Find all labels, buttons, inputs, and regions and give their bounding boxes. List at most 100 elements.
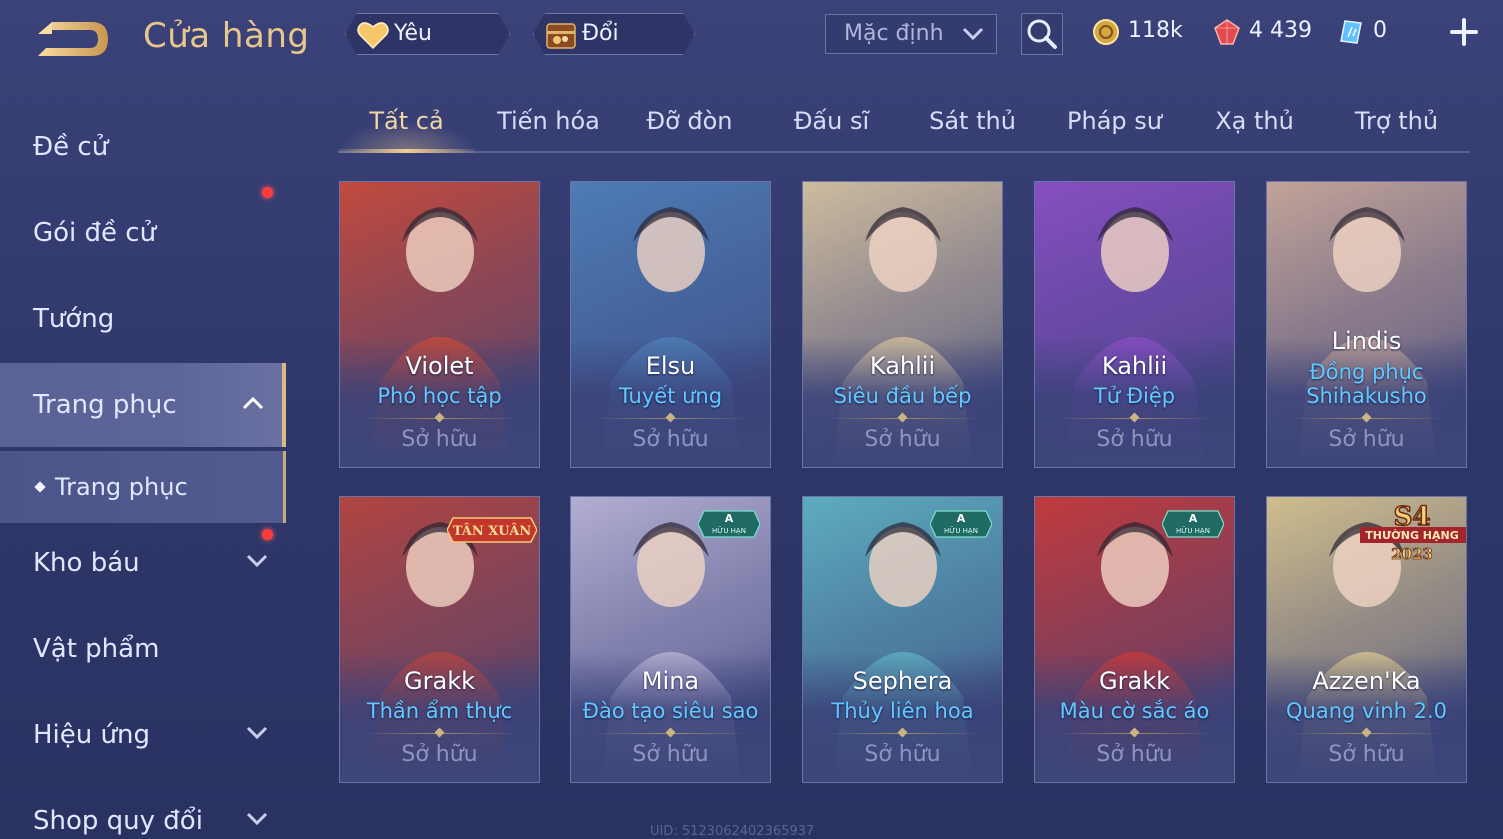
owned-status: Sở hữu bbox=[401, 742, 478, 767]
owned-status: Sở hữu bbox=[632, 742, 709, 767]
back-button[interactable] bbox=[30, 14, 114, 64]
season-rank-badge: S4THƯỜNG HẠNG 2023 bbox=[1360, 501, 1466, 563]
voucher-balance: 4 439 bbox=[1213, 16, 1312, 46]
owned-status: Sở hữu bbox=[864, 742, 941, 767]
sidebar-item-recommended[interactable]: Đề cử bbox=[0, 105, 286, 189]
sidebar-item-label: Gói đề cử bbox=[33, 218, 157, 248]
skin-card[interactable]: Kahlii Tử Điệp Sở hữu bbox=[1034, 181, 1235, 468]
card-divider bbox=[1287, 733, 1447, 734]
tab-mage[interactable]: Pháp sư bbox=[1046, 107, 1183, 151]
skin-card[interactable]: TÂN XUÂN Grakk Thần ẩm thực Sở hữu bbox=[339, 496, 540, 783]
skin-name: Đồng phục bbox=[1309, 360, 1424, 384]
hero-name: Sephera bbox=[852, 667, 953, 695]
sidebar-item-recommended-packs[interactable]: Gói đề cử bbox=[0, 187, 286, 275]
owned-status: Sở hữu bbox=[401, 427, 478, 452]
sidebar: Đề cử Gói đề cử Tướng Trang phục Trang p… bbox=[0, 105, 286, 839]
favorite-button[interactable]: Yêu thích bbox=[345, 13, 510, 55]
sidebar-item-label: Shop quy đổi bbox=[33, 806, 203, 836]
skin-card[interactable]: Lindis Đồng phục Shihakusho Sở hữu bbox=[1266, 181, 1467, 468]
tab-fighter[interactable]: Đấu sĩ bbox=[763, 107, 900, 151]
treasure-chest-icon bbox=[544, 18, 578, 52]
skin-card[interactable]: A HỮU HẠN Sephera Thủy liên hoa Sở hữu bbox=[802, 496, 1003, 783]
sidebar-item-effects[interactable]: Hiệu ứng bbox=[0, 693, 286, 777]
add-currency-button[interactable] bbox=[1448, 16, 1480, 48]
uid-watermark: UID: 5123062402365937 bbox=[650, 824, 815, 839]
event-badge: TÂN XUÂN bbox=[447, 517, 537, 543]
crystal-card-icon bbox=[1340, 20, 1362, 44]
card-divider bbox=[823, 733, 983, 734]
plus-icon bbox=[1450, 18, 1478, 46]
favorite-label: Yêu thích bbox=[394, 21, 449, 86]
gold-coin-icon bbox=[1093, 19, 1119, 45]
card-divider bbox=[360, 418, 520, 419]
skin-name: Màu cờ sắc áo bbox=[1059, 699, 1210, 723]
notification-dot bbox=[262, 187, 273, 198]
tab-support[interactable]: Trợ thủ bbox=[1328, 107, 1465, 151]
sidebar-item-label: Trang phục bbox=[33, 390, 177, 420]
tab-evolution[interactable]: Tiến hóa bbox=[480, 107, 617, 151]
skin-name: Đào tạo siêu sao bbox=[582, 699, 759, 723]
hero-name: Kahlii bbox=[869, 352, 936, 380]
chevron-down-icon bbox=[246, 812, 268, 826]
voucher-value: 4 439 bbox=[1249, 18, 1312, 43]
chevron-up-icon bbox=[242, 396, 264, 410]
chevron-down-icon bbox=[246, 554, 268, 568]
card-divider bbox=[1055, 733, 1215, 734]
owned-status: Sở hữu bbox=[1328, 427, 1405, 452]
back-arrow-icon bbox=[38, 22, 108, 56]
hero-name: Grakk bbox=[404, 667, 475, 695]
badge-subtext: HỮU HẠN bbox=[1176, 526, 1210, 535]
chevron-down-icon bbox=[962, 27, 984, 41]
skin-card[interactable]: S4 THƯỜNG HẠNG 2023 Azzen'Ka Quang vinh 2.0 S… bbox=[1266, 496, 1467, 783]
hero-name: Azzen'Ka bbox=[1312, 667, 1421, 695]
skin-name: Tuyết ưng bbox=[618, 384, 723, 408]
sidebar-item-heroes[interactable]: Tướng bbox=[0, 277, 286, 361]
owned-status: Sở hữu bbox=[1096, 742, 1173, 767]
exchange-shards-button[interactable]: Đổi mảnh bbox=[533, 13, 695, 55]
badge-label: TÂN XUÂN bbox=[453, 523, 532, 539]
skin-card[interactable]: Violet Phó học tập Sở hữu bbox=[339, 181, 540, 468]
hero-name: Lindis bbox=[1331, 327, 1402, 355]
sidebar-item-exchange-shop[interactable]: Shop quy đổi bbox=[0, 779, 286, 839]
tab-tank[interactable]: Đỡ đòn bbox=[621, 107, 758, 151]
badge-letter: A bbox=[1189, 512, 1198, 525]
search-icon bbox=[1027, 19, 1057, 49]
limited-badge: AHỮU HẠN bbox=[930, 510, 992, 538]
sort-value: Mặc định bbox=[844, 21, 944, 46]
badge-letter: A bbox=[725, 512, 734, 525]
skin-card[interactable]: A HỮU HẠN Mina Đào tạo siêu sao Sở hữu bbox=[570, 496, 771, 783]
sidebar-item-label: Vật phẩm bbox=[33, 634, 160, 664]
hero-name: Kahlii bbox=[1101, 352, 1168, 380]
skin-card[interactable]: A HỮU HẠN Grakk Màu cờ sắc áo Sở hữu bbox=[1034, 496, 1235, 783]
skin-name: Quang vinh 2.0 bbox=[1286, 699, 1447, 723]
skin-name: Siêu đầu bếp bbox=[833, 384, 972, 408]
hero-name: Elsu bbox=[645, 352, 696, 380]
heart-icon bbox=[356, 18, 390, 52]
sidebar-subitem-skins[interactable]: Trang phục bbox=[0, 451, 286, 523]
sidebar-item-label: Tướng bbox=[33, 304, 115, 334]
card-divider bbox=[1287, 418, 1447, 419]
badge-subtext: HỮU HẠN bbox=[712, 526, 746, 535]
skin-card[interactable]: Elsu Tuyết ưng Sở hữu bbox=[570, 181, 771, 468]
skin-name: Thần ẩm thực bbox=[366, 699, 513, 723]
sidebar-item-skins[interactable]: Trang phục bbox=[0, 363, 286, 447]
sidebar-item-treasure[interactable]: Kho báu bbox=[0, 521, 286, 605]
tab-assassin[interactable]: Sát thủ bbox=[904, 107, 1041, 151]
tab-marksman[interactable]: Xạ thủ bbox=[1186, 107, 1323, 151]
tab-all[interactable]: Tất cả bbox=[338, 107, 475, 151]
gold-balance: 118k bbox=[1092, 16, 1183, 46]
sidebar-item-label: Hiệu ứng bbox=[33, 720, 150, 750]
sidebar-item-items[interactable]: Vật phẩm bbox=[0, 607, 286, 691]
skin-name: Phó học tập bbox=[377, 384, 502, 408]
owned-status: Sở hữu bbox=[864, 427, 941, 452]
skin-card[interactable]: Kahlii Siêu đầu bếp Sở hữu bbox=[802, 181, 1003, 468]
sidebar-item-label: Đề cử bbox=[33, 132, 109, 162]
sidebar-item-label: Trang phục bbox=[55, 473, 188, 501]
badge-subtext: THƯỜNG HẠNG bbox=[1365, 529, 1459, 542]
card-divider bbox=[591, 733, 751, 734]
notification-dot bbox=[262, 529, 273, 540]
hero-name: Violet bbox=[405, 352, 474, 380]
sort-dropdown[interactable]: Mặc định bbox=[825, 14, 997, 54]
search-button[interactable] bbox=[1021, 13, 1063, 55]
role-tabs: Tất cả Tiến hóa Đỡ đòn Đấu sĩ Sát thủ Ph… bbox=[338, 95, 1470, 153]
